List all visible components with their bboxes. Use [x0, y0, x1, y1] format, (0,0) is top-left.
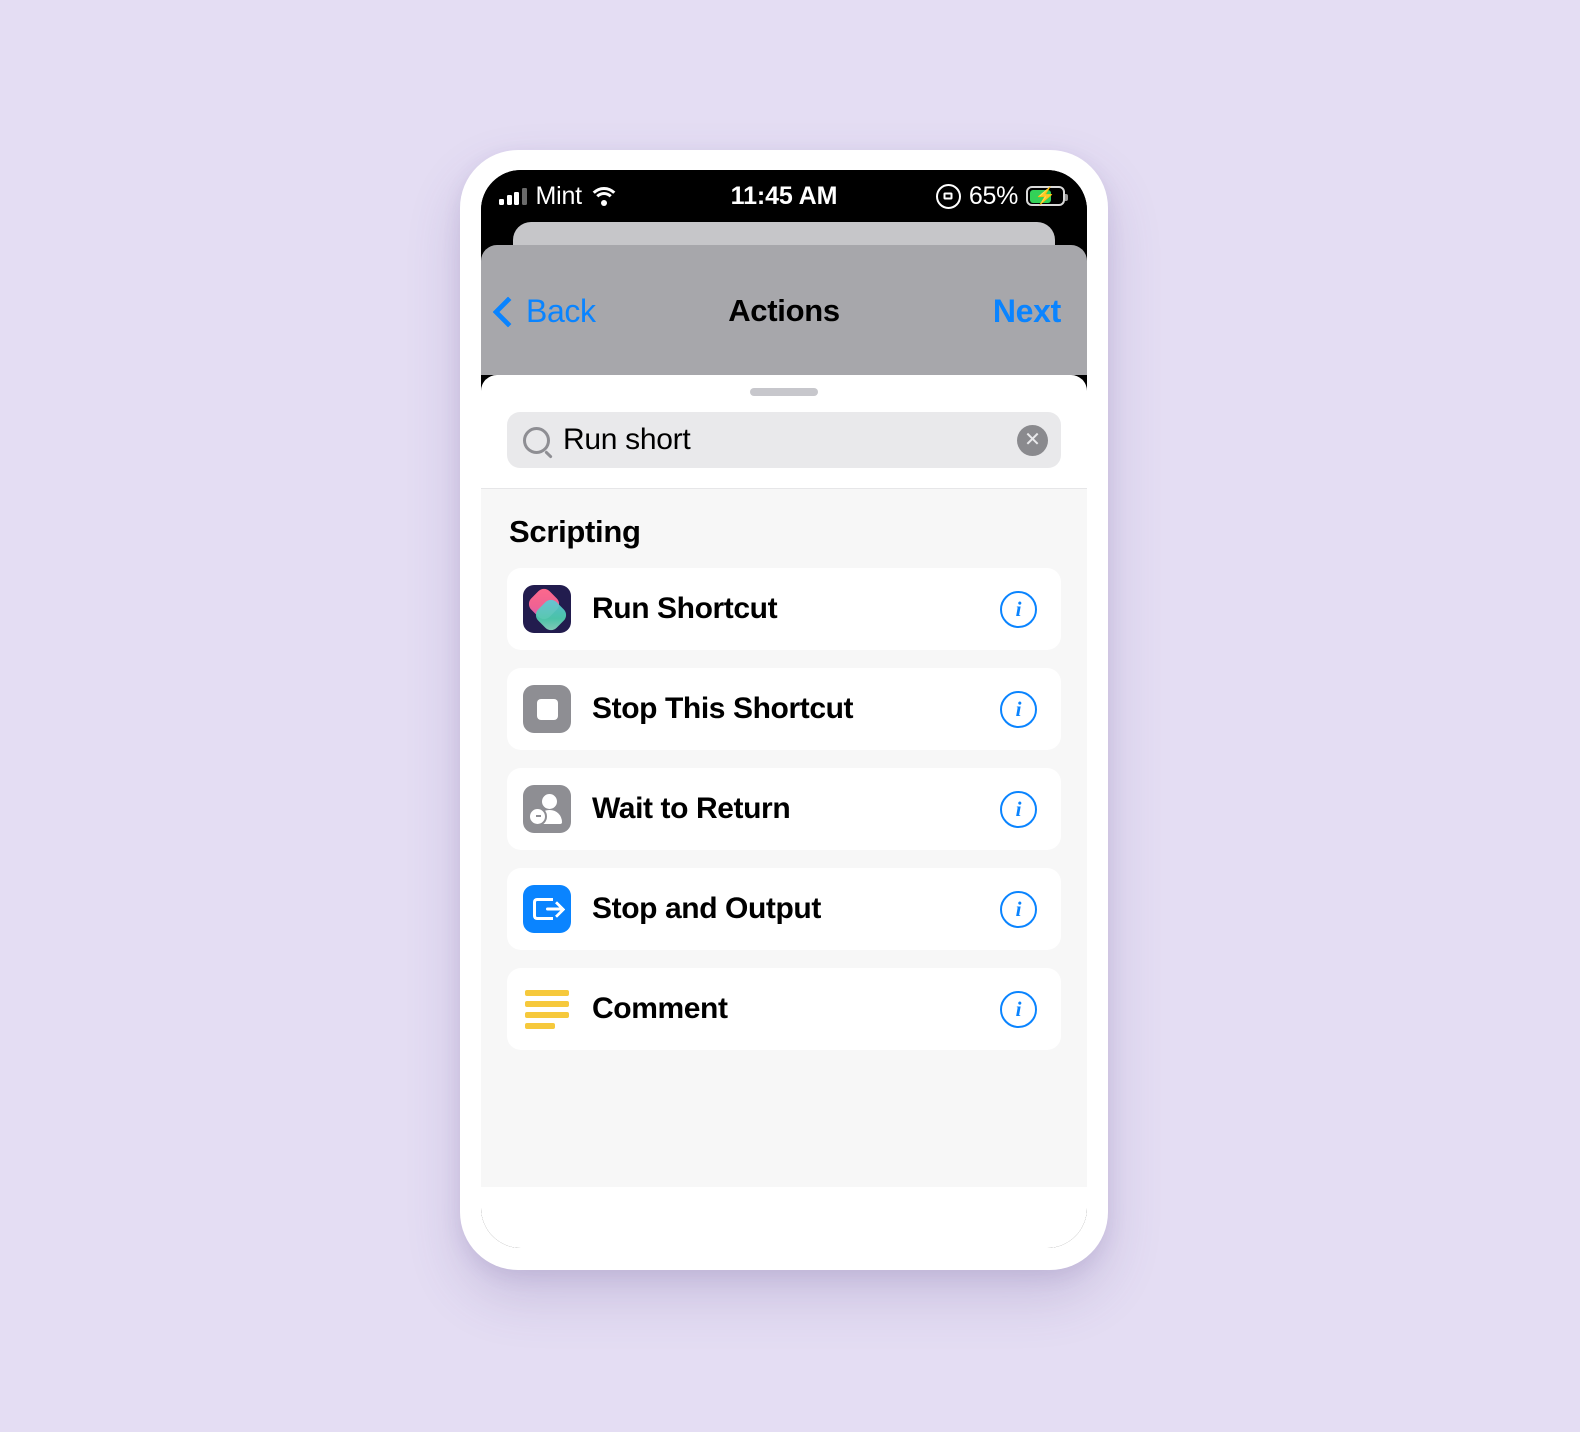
- info-button[interactable]: i: [1000, 590, 1037, 628]
- rotation-lock-icon: [935, 183, 961, 209]
- phone-screen: Mint 11:45 AM 65% ⚡ Back Actions Next Ru…: [481, 170, 1087, 1248]
- list-item-run-shortcut[interactable]: Run Shortcut i: [507, 568, 1061, 650]
- list-item-label: Run Shortcut: [592, 592, 778, 625]
- info-button[interactable]: i: [1000, 990, 1037, 1028]
- status-bar-left: Mint: [499, 181, 621, 211]
- person-clock-icon: [523, 785, 571, 833]
- stop-square-icon: [523, 685, 571, 733]
- results-list: Scripting Run Shortcut i Stop This Short…: [481, 489, 1087, 1187]
- back-button[interactable]: Back: [492, 292, 596, 330]
- list-item-comment[interactable]: Comment i: [507, 968, 1061, 1050]
- action-picker-sheet: ✕ Scripting Run Shortcut i: [481, 375, 1087, 1248]
- search-icon: [523, 426, 550, 454]
- clear-search-button[interactable]: ✕: [1017, 424, 1048, 456]
- status-bar-right: 65% ⚡: [935, 181, 1068, 211]
- wifi-icon: [588, 186, 621, 206]
- sheet-grabber-handle[interactable]: [750, 388, 818, 396]
- status-bar: Mint 11:45 AM 65% ⚡: [481, 170, 1087, 222]
- battery-percent-label: 65%: [968, 181, 1018, 210]
- phone-frame: Mint 11:45 AM 65% ⚡ Back Actions Next Ru…: [460, 150, 1108, 1270]
- section-header-scripting: Scripting: [509, 514, 641, 549]
- carrier-label: Mint: [535, 181, 583, 210]
- navigation-bar: Back Actions Next: [481, 245, 1087, 377]
- battery-charging-icon: ⚡: [1026, 186, 1068, 206]
- back-button-label: Back: [526, 292, 596, 329]
- shortcuts-app-icon: [523, 585, 571, 633]
- cellular-signal-icon: [499, 187, 527, 205]
- search-input[interactable]: [563, 423, 1004, 457]
- info-button[interactable]: i: [1000, 790, 1037, 828]
- list-item-wait-to-return[interactable]: Wait to Return i: [507, 768, 1061, 850]
- list-item-label: Comment: [592, 992, 728, 1025]
- list-item-label: Stop This Shortcut: [592, 692, 854, 725]
- list-item-label: Stop and Output: [592, 892, 821, 925]
- list-item-stop-and-output[interactable]: Stop and Output i: [507, 868, 1061, 950]
- chevron-left-icon: [492, 295, 524, 328]
- list-item-label: Wait to Return: [592, 792, 791, 825]
- search-field[interactable]: ✕: [507, 412, 1061, 468]
- search-area: ✕: [481, 396, 1087, 489]
- next-button[interactable]: Next: [993, 293, 1061, 330]
- list-item-stop-this-shortcut[interactable]: Stop This Shortcut i: [507, 668, 1061, 750]
- exit-arrow-icon: [523, 885, 571, 933]
- info-button[interactable]: i: [1000, 890, 1037, 928]
- info-button[interactable]: i: [1000, 690, 1037, 728]
- comment-lines-icon: [523, 985, 571, 1033]
